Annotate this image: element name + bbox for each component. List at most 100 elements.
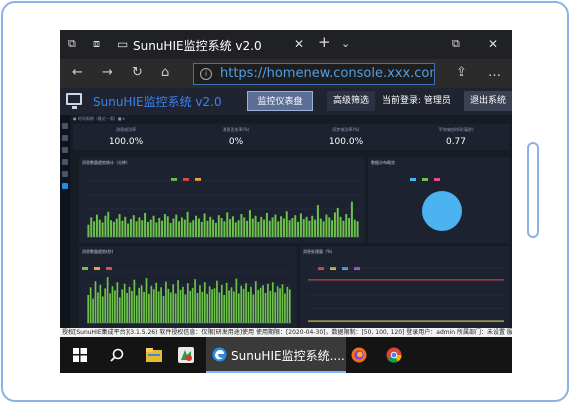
bar <box>322 221 325 237</box>
bar <box>97 292 99 323</box>
kpi-card: 同步成功率(%) 100.0% <box>293 124 399 150</box>
back-tabs-icon[interactable]: ⧈ <box>93 38 100 50</box>
sidebar-item-settings[interactable] <box>62 147 68 153</box>
bar <box>308 220 311 237</box>
bar <box>112 221 115 237</box>
kpi-value: 100.0% <box>108 137 144 147</box>
close-icon[interactable]: ✕ <box>294 38 304 50</box>
ellipsis-icon[interactable]: … <box>488 66 501 80</box>
bar <box>254 281 257 323</box>
sidebar-item-users[interactable] <box>62 159 68 165</box>
info-icon[interactable]: i <box>200 68 212 80</box>
bar <box>191 287 194 323</box>
bar <box>339 216 342 237</box>
bar <box>167 288 170 323</box>
sidebar-item-list[interactable] <box>62 135 68 141</box>
bar <box>250 286 252 323</box>
bar <box>247 291 250 323</box>
bar <box>218 292 221 323</box>
bar <box>115 218 118 237</box>
bar <box>129 219 132 237</box>
bar <box>90 217 93 237</box>
nav-filter-button[interactable]: 高级筛选 <box>327 91 375 111</box>
kpi-card: 消息丢失率(%) 0% <box>183 124 289 150</box>
bar <box>302 219 305 237</box>
bar <box>216 280 218 323</box>
bar <box>297 221 300 237</box>
bar <box>201 291 204 323</box>
taskbar-edge-active[interactable]: SunuHIE监控系统.... <box>206 337 346 373</box>
bar <box>305 216 308 237</box>
home-icon[interactable]: ⌂ <box>161 66 169 80</box>
bar <box>342 220 345 237</box>
bar <box>131 290 133 323</box>
bar <box>135 221 138 237</box>
share-icon[interactable]: ⇪ <box>456 66 467 80</box>
forward-icon[interactable]: → <box>102 66 113 80</box>
bar <box>121 220 124 237</box>
bar <box>174 293 177 323</box>
back-icon[interactable]: ← <box>72 66 83 80</box>
close-window-icon[interactable]: ✕ <box>488 38 498 50</box>
bar <box>93 221 96 237</box>
bar <box>284 293 286 323</box>
bar <box>138 217 141 237</box>
bar <box>101 222 104 237</box>
bar <box>282 218 285 237</box>
bar <box>281 284 284 323</box>
sidebar-item-monitor[interactable] <box>62 183 68 189</box>
bar <box>274 292 277 323</box>
distribution-panel: 数据分布概览 <box>368 157 510 243</box>
bar <box>104 288 107 323</box>
nav-dashboard-button[interactable]: 监控仪表盘 <box>247 91 313 111</box>
bar <box>286 286 289 323</box>
bar <box>157 291 160 323</box>
taskbar: SunuHIE监控系统.... <box>60 337 512 373</box>
bar <box>325 214 328 237</box>
address-bar[interactable]: i https://homenew.console.xxx.com/ <box>193 63 435 85</box>
bar <box>109 293 111 323</box>
bar <box>328 217 331 237</box>
bar <box>184 294 187 323</box>
side-scroll-handle[interactable] <box>527 142 539 238</box>
bar <box>206 293 209 323</box>
bar <box>111 286 114 323</box>
restore-icon[interactable]: ⧉ <box>452 38 460 50</box>
sidebar-item-home[interactable] <box>62 123 68 129</box>
chrome-icon[interactable] <box>386 347 402 363</box>
file-explorer-icon[interactable] <box>146 348 162 362</box>
bar <box>141 220 144 237</box>
bar <box>263 219 266 237</box>
bar <box>226 212 229 237</box>
bar <box>257 289 260 323</box>
firefox-icon[interactable] <box>351 347 367 363</box>
bar <box>316 205 319 237</box>
bar <box>291 217 294 237</box>
bar <box>183 219 186 237</box>
bar <box>144 212 147 237</box>
bar <box>165 281 167 323</box>
bar <box>233 291 235 323</box>
logout-button[interactable]: 退出系统 <box>464 91 512 111</box>
bar <box>200 221 203 237</box>
bar <box>135 295 138 323</box>
plus-icon[interactable]: + <box>318 35 331 50</box>
bar <box>228 290 230 323</box>
url-text: https://homenew.console.xxx.com/ <box>220 66 435 81</box>
chevron-down-icon[interactable]: ⌄ <box>341 38 350 50</box>
kpi-value: 0% <box>228 137 244 147</box>
bar <box>299 213 302 237</box>
tab-title[interactable]: SunuHIE监控系统 v2.0 <box>133 37 262 54</box>
search-icon[interactable] <box>110 348 124 362</box>
time-period-filter[interactable]: ● 时间周期（最近一周）■ ▾ <box>73 116 125 122</box>
app-icon[interactable] <box>178 347 194 363</box>
kpi-card: 平均响应时间(毫秒) 0.77 <box>403 124 509 150</box>
tab-actions-icon[interactable]: ⧉ <box>68 38 76 50</box>
bar <box>118 214 121 237</box>
bar <box>265 212 268 237</box>
bar <box>212 219 215 237</box>
sidebar-item-files[interactable] <box>62 171 68 177</box>
windows-start-icon[interactable] <box>73 348 87 362</box>
refresh-icon[interactable]: ↻ <box>132 66 143 80</box>
bar <box>94 281 97 323</box>
